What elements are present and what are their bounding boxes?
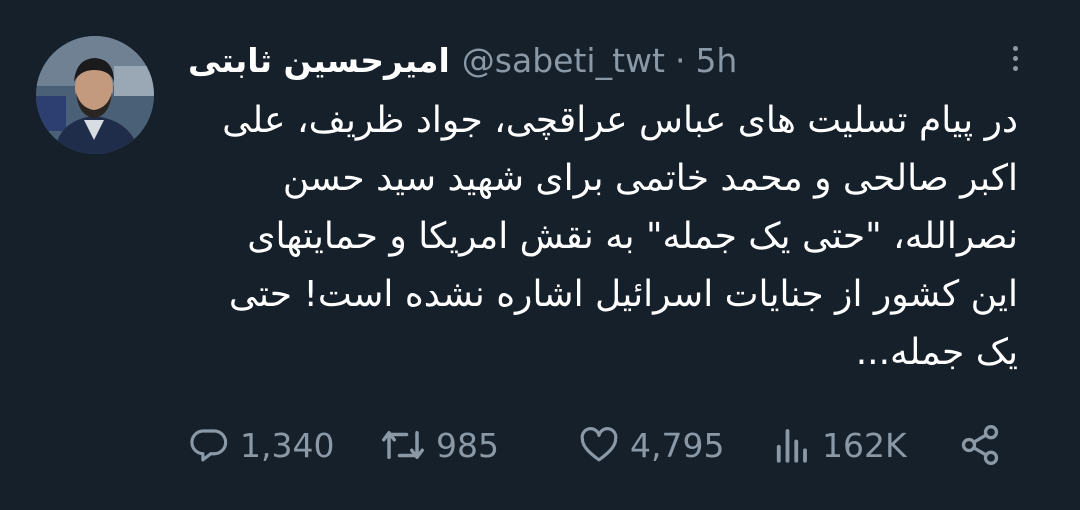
retweet-count: 985 [436,425,499,465]
author-handle[interactable]: @sabeti_twt [462,41,665,80]
retweet-icon [382,431,424,459]
tweet-text: در پیام تسلیت های عباس عراقچی، جواد ظریف… [158,92,1018,382]
like-button[interactable]: 4,795 [578,420,724,470]
views-count: 162K [822,425,907,465]
tweet-text-line: یک جمله... [855,332,1018,373]
tweet-actions: 1,340 985 4,795 162K [188,420,1018,470]
more-options-icon[interactable] [1000,38,1030,78]
share-button[interactable] [958,420,1002,470]
tweet-text-line: این کشور از جنایات اسرائیل اشاره نشده اس… [228,274,1018,315]
views-icon [776,429,807,463]
share-icon [961,425,999,465]
tweet-timestamp[interactable]: 5h [695,41,737,80]
tweet-header: امیرحسین ثابتی @sabeti_twt · 5h [188,36,1008,84]
header-separator: · [674,40,686,80]
tweet-text-line: اکبر صالحی و محمد خاتمی برای شهید سید حس… [282,158,1018,199]
avatar[interactable] [36,36,154,154]
reply-count: 1,340 [240,425,335,465]
heart-icon [580,427,618,462]
reply-icon [190,429,228,462]
tweet-text-line: نصرالله، "حتی یک جمله" به نقش امریکا و ح… [247,216,1018,257]
like-count: 4,795 [630,425,725,465]
retweet-button[interactable]: 985 [380,420,499,470]
avatar-image [36,36,154,154]
author-name[interactable]: امیرحسین ثابتی [188,41,450,80]
reply-button[interactable]: 1,340 [188,420,334,470]
tweet-text-line: در پیام تسلیت های عباس عراقچی، جواد ظریف… [222,100,1018,141]
views-button[interactable]: 162K [770,420,907,470]
